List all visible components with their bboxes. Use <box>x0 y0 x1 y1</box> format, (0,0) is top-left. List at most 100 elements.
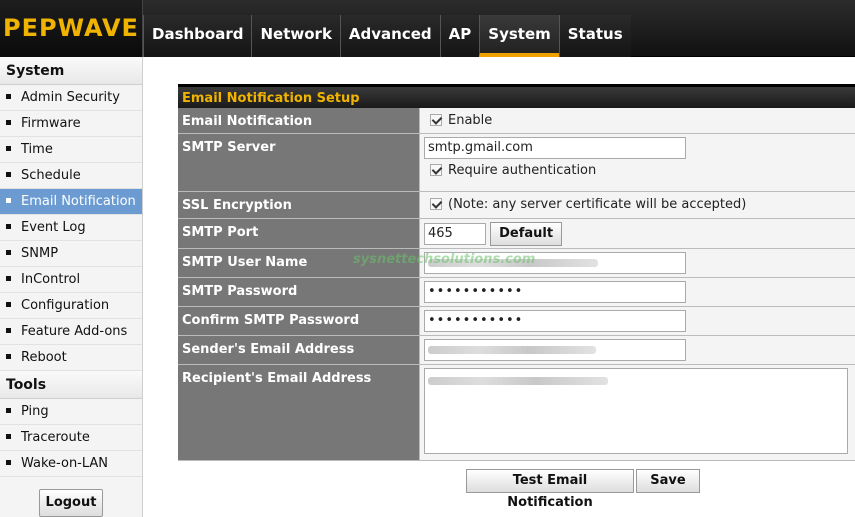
email-notification-panel: Email Notification Setup Email Notificat… <box>178 84 855 461</box>
require-auth-label: Require authentication <box>448 163 597 178</box>
bullet-icon <box>6 224 11 229</box>
pepwave-logo[interactable]: PEPWAVE <box>0 0 143 57</box>
smtp-port-input[interactable]: 465 <box>424 223 486 245</box>
row-smtp-port: SMTP Port 465 Default <box>178 219 855 249</box>
tab-system[interactable]: System <box>479 15 559 57</box>
smtp-user-value <box>420 249 855 277</box>
sidebar-item-label: Traceroute <box>21 430 90 445</box>
row-confirm-password: Confirm SMTP Password ••••••••••• <box>178 307 855 336</box>
smtp-password-input[interactable]: ••••••••••• <box>424 281 686 303</box>
main-nav: Dashboard Network Advanced AP System Sta… <box>143 15 631 57</box>
enable-checkbox[interactable] <box>430 113 442 126</box>
confirm-password-label: Confirm SMTP Password <box>178 307 420 335</box>
sidebar-item-ping[interactable]: Ping <box>0 399 142 425</box>
sender-email-value <box>420 336 855 364</box>
sidebar-item-label: Admin Security <box>21 90 120 105</box>
bullet-icon <box>6 276 11 281</box>
bullet-icon <box>6 328 11 333</box>
sidebar-item-feature-add-ons[interactable]: Feature Add-ons <box>0 319 142 345</box>
ssl-note: (Note: any server certificate will be ac… <box>448 197 747 212</box>
sidebar-item-event-log[interactable]: Event Log <box>0 215 142 241</box>
sidebar-item-label: Wake-on-LAN <box>21 456 109 471</box>
sidebar-item-firmware[interactable]: Firmware <box>0 111 142 137</box>
sidebar-item-reboot[interactable]: Reboot <box>0 345 142 371</box>
tab-advanced[interactable]: Advanced <box>339 15 440 57</box>
ssl-encryption-label: SSL Encryption <box>178 192 420 218</box>
sidebar-item-label: Ping <box>21 404 49 419</box>
redacted-text <box>428 258 598 267</box>
smtp-port-label: SMTP Port <box>178 219 420 248</box>
sidebar-item-email-notification[interactable]: Email Notification <box>0 189 142 215</box>
sidebar-item-label: Feature Add-ons <box>21 324 128 339</box>
row-email-notification: Email Notification Enable <box>178 108 855 134</box>
bullet-icon <box>6 460 11 465</box>
confirm-password-input[interactable]: ••••••••••• <box>424 310 686 332</box>
sidebar-item-traceroute[interactable]: Traceroute <box>0 425 142 451</box>
sidebar-item-incontrol[interactable]: InControl <box>0 267 142 293</box>
tab-status[interactable]: Status <box>558 15 631 57</box>
sidebar-item-configuration[interactable]: Configuration <box>0 293 142 319</box>
panel-title: Email Notification Setup <box>178 84 855 108</box>
tab-dashboard[interactable]: Dashboard <box>143 15 252 57</box>
smtp-server-label: SMTP Server <box>178 134 420 191</box>
sidebar-heading-system: System <box>0 57 142 85</box>
sidebar-item-schedule[interactable]: Schedule <box>0 163 142 189</box>
sidebar-item-admin-security[interactable]: Admin Security <box>0 85 142 111</box>
bullet-icon <box>6 408 11 413</box>
sender-email-input[interactable] <box>424 339 686 361</box>
sidebar-item-label: Schedule <box>21 168 81 183</box>
form-actions: Test Email Notification Save <box>466 469 700 510</box>
bullet-icon <box>6 302 11 307</box>
smtp-port-value: 465 Default <box>420 219 855 248</box>
row-recipient-email: Recipient's Email Address <box>178 365 855 461</box>
bullet-icon <box>6 198 11 203</box>
sidebar-item-label: Configuration <box>21 298 110 313</box>
recipient-email-value <box>420 365 855 460</box>
app-root: PEPWAVE Dashboard Network Advanced AP Sy… <box>0 0 855 517</box>
bullet-icon <box>6 354 11 359</box>
bullet-icon <box>6 172 11 177</box>
logout-button[interactable]: Logout <box>39 489 103 517</box>
ssl-checkbox[interactable] <box>430 197 442 210</box>
tab-ap[interactable]: AP <box>439 15 480 57</box>
ssl-encryption-value: (Note: any server certificate will be ac… <box>420 192 855 218</box>
sidebar-item-wake-on-lan[interactable]: Wake-on-LAN <box>0 451 142 477</box>
row-smtp-password: SMTP Password ••••••••••• <box>178 278 855 307</box>
smtp-server-value: smtp.gmail.com Require authentication <box>420 134 855 191</box>
sidebar-item-label: Time <box>21 142 53 157</box>
test-email-notification-button[interactable]: Test Email Notification <box>466 469 634 510</box>
sidebar-item-label: InControl <box>21 272 81 287</box>
row-sender-email: Sender's Email Address <box>178 336 855 365</box>
sidebar-item-label: SNMP <box>21 246 59 261</box>
save-button[interactable]: Save <box>636 469 700 493</box>
bullet-icon <box>6 250 11 255</box>
sidebar-item-label: Event Log <box>21 220 86 235</box>
bullet-icon <box>6 94 11 99</box>
logout-wrap: Logout <box>0 477 142 517</box>
smtp-password-label: SMTP Password <box>178 278 420 306</box>
row-smtp-user: SMTP User Name <box>178 249 855 278</box>
require-auth-checkbox[interactable] <box>430 163 442 176</box>
tab-network[interactable]: Network <box>251 15 340 57</box>
confirm-password-value: ••••••••••• <box>420 307 855 335</box>
redacted-text <box>428 345 596 354</box>
smtp-password-value: ••••••••••• <box>420 278 855 306</box>
sidebar-item-label: Reboot <box>21 350 67 365</box>
bullet-icon <box>6 434 11 439</box>
recipient-email-textarea[interactable] <box>424 368 848 454</box>
bullet-icon <box>6 120 11 125</box>
smtp-user-label: SMTP User Name <box>178 249 420 277</box>
smtp-server-input[interactable]: smtp.gmail.com <box>424 137 686 159</box>
enable-label: Enable <box>448 113 493 128</box>
sidebar: System Admin Security Firmware Time Sche… <box>0 57 143 517</box>
default-port-button[interactable]: Default <box>490 222 563 246</box>
sender-email-label: Sender's Email Address <box>178 336 420 364</box>
smtp-user-input[interactable] <box>424 252 686 274</box>
recipient-email-label: Recipient's Email Address <box>178 365 420 460</box>
sidebar-heading-tools: Tools <box>0 371 142 399</box>
sidebar-item-time[interactable]: Time <box>0 137 142 163</box>
sidebar-item-snmp[interactable]: SNMP <box>0 241 142 267</box>
sidebar-item-label: Email Notification <box>21 194 136 209</box>
email-notification-label: Email Notification <box>178 108 420 133</box>
bullet-icon <box>6 146 11 151</box>
